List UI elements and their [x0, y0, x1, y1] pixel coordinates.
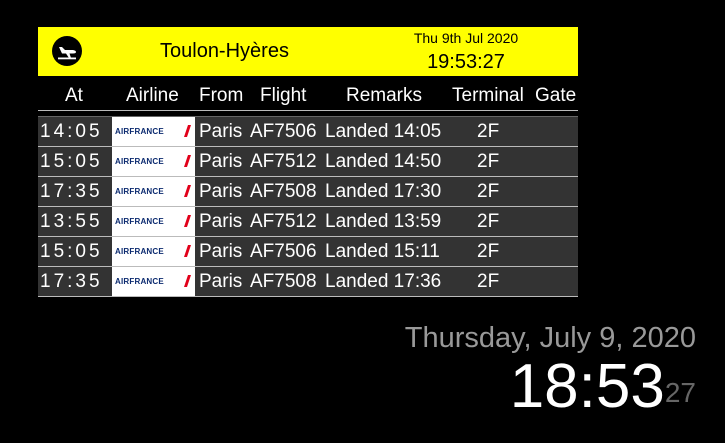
- flight-origin: Paris: [199, 241, 243, 262]
- flight-row: 15:05 AIRFRANCE Paris AF7506 Landed 15:1…: [38, 237, 578, 267]
- flight-remarks: Landed 13:59: [325, 211, 442, 232]
- flight-time: 14:05: [40, 121, 103, 142]
- airline-logo-stripe-icon: [184, 125, 191, 137]
- airline-logo: AIRFRANCE: [112, 237, 195, 266]
- airline-logo: AIRFRANCE: [112, 117, 195, 146]
- flight-gate: 2F: [477, 181, 500, 202]
- board-time: 19:53:27: [427, 51, 505, 73]
- flight-gate: 2F: [477, 121, 500, 142]
- flight-number: AF7506: [250, 121, 317, 142]
- clock-date: Thursday, July 9, 2020: [404, 322, 696, 354]
- airline-logo-stripe-icon: [184, 155, 191, 167]
- airline-logo: AIRFRANCE: [112, 177, 195, 206]
- airline-logo-text: AIRFRANCE: [115, 217, 164, 226]
- board-date: Thu 9th Jul 2020: [413, 30, 519, 46]
- flight-number: AF7508: [250, 271, 317, 292]
- clock-hours-minutes: 18:53: [509, 352, 665, 421]
- flight-origin: Paris: [199, 211, 243, 232]
- flight-rows: 14:05 AIRFRANCE Paris AF7506 Landed 14:0…: [38, 116, 578, 297]
- flight-remarks: Landed 14:50: [325, 151, 442, 172]
- airline-logo-stripe-icon: [184, 245, 191, 257]
- column-headers: At Airline From Flight Remarks Terminal …: [38, 76, 578, 111]
- flight-row: 17:35 AIRFRANCE Paris AF7508 Landed 17:3…: [38, 267, 578, 297]
- flight-number: AF7508: [250, 181, 317, 202]
- col-gate: Gate: [535, 85, 577, 106]
- flight-remarks: Landed 17:36: [325, 271, 442, 292]
- airline-logo-stripe-icon: [184, 185, 191, 197]
- airline-logo: AIRFRANCE: [112, 147, 195, 176]
- flight-row: 15:05 AIRFRANCE Paris AF7512 Landed 14:5…: [38, 147, 578, 177]
- airline-logo-text: AIRFRANCE: [115, 127, 164, 136]
- col-from: From: [199, 85, 244, 106]
- clock-widget: Thursday, July 9, 2020 18:5327: [405, 320, 696, 434]
- flight-gate: 2F: [477, 271, 500, 292]
- flight-number: AF7512: [250, 151, 317, 172]
- flight-gate: 2F: [477, 151, 500, 172]
- airline-logo-text: AIRFRANCE: [115, 247, 164, 256]
- flight-remarks: Landed 15:11: [325, 241, 440, 262]
- airline-logo: AIRFRANCE: [112, 207, 195, 236]
- flight-row: 17:35 AIRFRANCE Paris AF7508 Landed 17:3…: [38, 177, 578, 207]
- airline-logo: AIRFRANCE: [112, 267, 195, 296]
- flight-time: 15:05: [40, 151, 103, 172]
- flight-origin: Paris: [199, 271, 243, 292]
- flight-remarks: Landed 14:05: [325, 121, 442, 142]
- clock-time: 18:5327: [405, 356, 696, 434]
- airline-logo-text: AIRFRANCE: [115, 277, 164, 286]
- col-at: At: [65, 85, 83, 106]
- col-terminal: Terminal: [452, 85, 524, 106]
- flight-row: 13:55 AIRFRANCE Paris AF7512 Landed 13:5…: [38, 207, 578, 237]
- airline-logo-stripe-icon: [184, 275, 191, 287]
- flight-time: 17:35: [40, 181, 103, 202]
- airport-name: Toulon-Hyères: [160, 40, 289, 62]
- board-header: Toulon-Hyères Thu 9th Jul 2020 19:53:27: [38, 27, 578, 76]
- flight-gate: 2F: [477, 211, 500, 232]
- col-remarks: Remarks: [346, 85, 423, 106]
- col-flight: Flight: [260, 85, 307, 106]
- flight-board: Toulon-Hyères Thu 9th Jul 2020 19:53:27 …: [38, 27, 578, 297]
- flight-remarks: Landed 17:30: [325, 181, 442, 202]
- flight-origin: Paris: [199, 151, 243, 172]
- airline-logo-text: AIRFRANCE: [115, 157, 164, 166]
- flight-origin: Paris: [199, 181, 243, 202]
- flight-number: AF7506: [250, 241, 317, 262]
- flight-gate: 2F: [477, 241, 500, 262]
- airline-logo-stripe-icon: [184, 215, 191, 227]
- clock-seconds: 27: [664, 377, 696, 408]
- plane-arrival-icon: [52, 36, 82, 66]
- flight-row: 14:05 AIRFRANCE Paris AF7506 Landed 14:0…: [38, 117, 578, 147]
- flight-origin: Paris: [199, 121, 243, 142]
- flight-number: AF7512: [250, 211, 317, 232]
- flight-time: 17:35: [40, 271, 103, 292]
- flight-time: 13:55: [40, 211, 103, 232]
- col-airline: Airline: [126, 85, 179, 106]
- airline-logo-text: AIRFRANCE: [115, 187, 164, 196]
- flight-time: 15:05: [40, 241, 103, 262]
